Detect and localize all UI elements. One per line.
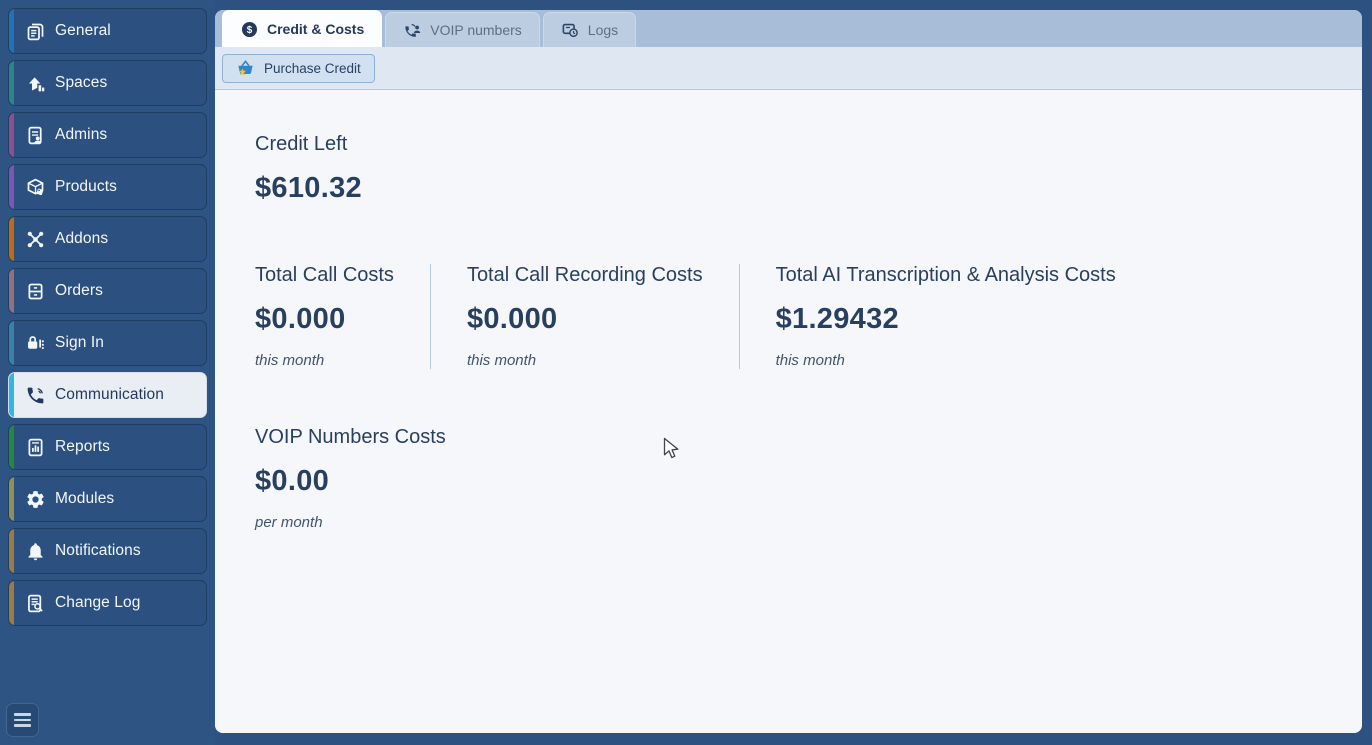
stat-voip-numbers-costs: VOIP Numbers Costs $0.00 per month bbox=[255, 426, 482, 531]
product-box-icon bbox=[24, 176, 46, 198]
hamburger-icon bbox=[14, 713, 31, 716]
gear-icon bbox=[24, 488, 46, 510]
sidebar-item-sign-in[interactable]: Sign In bbox=[8, 320, 207, 366]
edge-strip bbox=[9, 217, 14, 261]
main-panel: $ Credit & Costs VOIP numbers Logs Purch… bbox=[215, 10, 1362, 733]
sidebar-item-label: Change Log bbox=[55, 594, 140, 612]
tab-bar: $ Credit & Costs VOIP numbers Logs bbox=[215, 10, 1362, 47]
tab-credit-and-costs[interactable]: $ Credit & Costs bbox=[222, 10, 382, 47]
orders-drawer-icon bbox=[24, 280, 46, 302]
sidebar-item-label: Sign In bbox=[55, 334, 104, 352]
basket-star-icon bbox=[236, 59, 255, 78]
sidebar-item-notifications[interactable]: Notifications bbox=[8, 528, 207, 574]
stat-period: per month bbox=[255, 514, 446, 531]
purchase-credit-button[interactable]: Purchase Credit bbox=[222, 54, 375, 83]
sidebar-item-label: Reports bbox=[55, 438, 110, 456]
edge-strip bbox=[9, 165, 14, 209]
edge-strip bbox=[9, 373, 14, 417]
tab-logs[interactable]: Logs bbox=[543, 12, 636, 47]
sidebar-item-communication[interactable]: Communication bbox=[8, 372, 207, 418]
stat-total-call-costs: Total Call Costs $0.000 this month bbox=[255, 264, 430, 369]
pages-icon bbox=[24, 20, 46, 42]
sidebar-collapse-button[interactable] bbox=[6, 703, 39, 737]
voip-phone-icon bbox=[403, 21, 422, 40]
sidebar-item-label: Addons bbox=[55, 230, 108, 248]
stat-value: $0.000 bbox=[467, 303, 703, 336]
edge-strip bbox=[9, 321, 14, 365]
edge-strip bbox=[9, 9, 14, 53]
tab-label: Credit & Costs bbox=[267, 21, 364, 37]
voip-stats-row: VOIP Numbers Costs $0.00 per month bbox=[255, 426, 1322, 531]
stat-value: $610.32 bbox=[255, 172, 1322, 205]
sidebar-item-label: General bbox=[55, 22, 111, 40]
logs-clock-icon bbox=[561, 21, 580, 40]
sidebar-item-label: Spaces bbox=[55, 74, 107, 92]
spaces-icon bbox=[24, 72, 46, 94]
tab-label: Logs bbox=[588, 22, 618, 38]
stat-label: Total AI Transcription & Analysis Costs bbox=[776, 264, 1116, 287]
sidebar-item-admins[interactable]: Admins bbox=[8, 112, 207, 158]
edge-strip bbox=[9, 269, 14, 313]
edge-strip bbox=[9, 113, 14, 157]
stat-total-ai-transcription-costs: Total AI Transcription & Analysis Costs … bbox=[739, 264, 1152, 369]
edge-strip bbox=[9, 477, 14, 521]
stat-label: Credit Left bbox=[255, 133, 1322, 156]
sidebar-item-label: Products bbox=[55, 178, 117, 196]
stat-value: $1.29432 bbox=[776, 303, 1116, 336]
sidebar-item-addons[interactable]: Addons bbox=[8, 216, 207, 262]
admin-list-icon bbox=[24, 124, 46, 146]
sidebar-item-label: Modules bbox=[55, 490, 114, 508]
tab-label: VOIP numbers bbox=[430, 22, 522, 38]
app-root: { "sidebar": { "items": [ { "label": "Ge… bbox=[0, 0, 1372, 745]
stat-label: Total Call Recording Costs bbox=[467, 264, 703, 287]
toolbar: Purchase Credit bbox=[215, 47, 1362, 90]
stat-period: this month bbox=[776, 352, 1116, 369]
sidebar-item-label: Orders bbox=[55, 282, 103, 300]
sidebar-item-products[interactable]: Products bbox=[8, 164, 207, 210]
sidebar-item-orders[interactable]: Orders bbox=[8, 268, 207, 314]
sidebar-item-label: Communication bbox=[55, 386, 164, 404]
sidebar: General Spaces Admins Products Addons bbox=[0, 0, 215, 745]
dollar-circle-icon: $ bbox=[240, 20, 259, 39]
stat-label: Total Call Costs bbox=[255, 264, 394, 287]
stat-credit-left: Credit Left $610.32 bbox=[255, 133, 1322, 205]
report-chart-icon bbox=[24, 436, 46, 458]
edge-strip bbox=[9, 529, 14, 573]
stat-label: VOIP Numbers Costs bbox=[255, 426, 446, 449]
phone-icon bbox=[24, 384, 46, 406]
credit-costs-content: Credit Left $610.32 Total Call Costs $0.… bbox=[215, 90, 1362, 733]
changelog-doc-icon bbox=[24, 592, 46, 614]
edge-strip bbox=[9, 61, 14, 105]
svg-text:$: $ bbox=[247, 24, 253, 35]
sidebar-item-spaces[interactable]: Spaces bbox=[8, 60, 207, 106]
sidebar-item-label: Admins bbox=[55, 126, 107, 144]
stat-period: this month bbox=[255, 352, 394, 369]
bell-icon bbox=[24, 540, 46, 562]
tab-voip-numbers[interactable]: VOIP numbers bbox=[385, 12, 540, 47]
sidebar-item-modules[interactable]: Modules bbox=[8, 476, 207, 522]
stat-value: $0.000 bbox=[255, 303, 394, 336]
stat-value: $0.00 bbox=[255, 465, 446, 498]
purchase-credit-label: Purchase Credit bbox=[264, 61, 361, 76]
monthly-stats-row: Total Call Costs $0.000 this month Total… bbox=[255, 264, 1322, 369]
sidebar-item-label: Notifications bbox=[55, 542, 141, 560]
stat-total-call-recording-costs: Total Call Recording Costs $0.000 this m… bbox=[430, 264, 739, 369]
signin-lock-icon bbox=[24, 332, 46, 354]
sidebar-item-general[interactable]: General bbox=[8, 8, 207, 54]
addons-hub-icon bbox=[24, 228, 46, 250]
sidebar-item-change-log[interactable]: Change Log bbox=[8, 580, 207, 626]
stat-period: this month bbox=[467, 352, 703, 369]
sidebar-item-reports[interactable]: Reports bbox=[8, 424, 207, 470]
edge-strip bbox=[9, 425, 14, 469]
edge-strip bbox=[9, 581, 14, 625]
